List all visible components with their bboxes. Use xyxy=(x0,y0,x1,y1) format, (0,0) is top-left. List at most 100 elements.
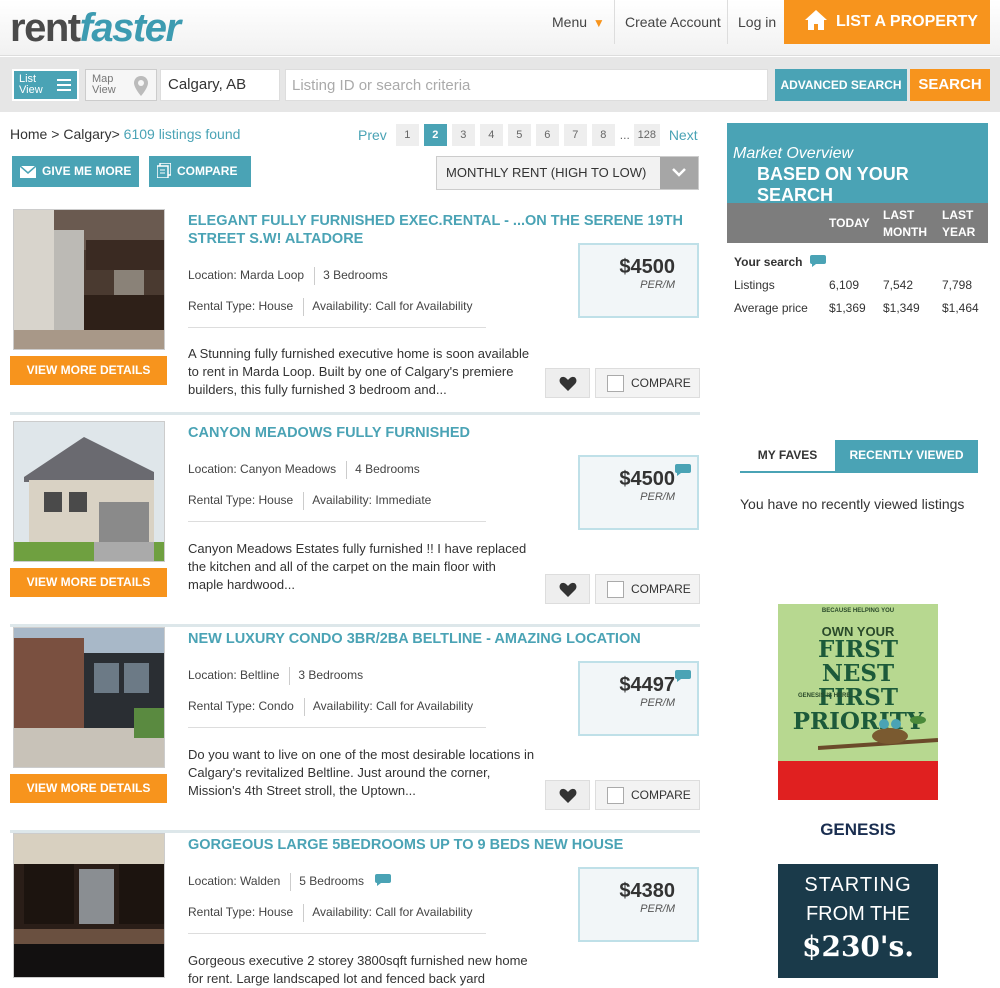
divider xyxy=(188,933,486,934)
pagination-ellipsis: ... xyxy=(619,128,630,142)
listing-meta-row: Rental Type: House Availability: Immediat… xyxy=(188,492,431,510)
tab-my-faves[interactable]: MY FAVES xyxy=(740,440,835,471)
price-period: PER/M xyxy=(640,491,675,503)
listing-description: Gorgeous executive 2 storey 3800sqft fur… xyxy=(188,953,528,986)
price-period: PER/M xyxy=(640,279,675,291)
ad-price: $230's. xyxy=(801,930,914,963)
prev-page-link[interactable]: Prev xyxy=(358,127,387,143)
compare-button[interactable]: COMPARE xyxy=(149,156,251,187)
page-link[interactable]: 8 xyxy=(591,124,615,146)
market-overview-title: Market Overview xyxy=(733,145,854,162)
give-me-more-label: GIVE ME MORE xyxy=(42,164,132,178)
compare-checkbox[interactable]: COMPARE xyxy=(595,780,700,810)
chat-bubble-icon xyxy=(675,670,691,682)
price-box: $4500 PER/M xyxy=(578,243,699,318)
list-view-toggle[interactable]: List View xyxy=(12,69,79,101)
ad-text: FROM THE xyxy=(805,903,911,925)
create-account-link[interactable]: Create Account xyxy=(614,0,731,44)
compare-checkbox[interactable]: COMPARE xyxy=(595,368,700,398)
page-link-last[interactable]: 128 xyxy=(633,124,660,146)
breadcrumb-home[interactable]: Home xyxy=(10,126,47,142)
listing-title[interactable]: CANYON MEADOWS FULLY FURNISHED xyxy=(188,424,688,442)
starting-price-ad[interactable]: STARTING FROM THE $230's. xyxy=(778,864,938,978)
map-view-toggle[interactable]: Map View xyxy=(85,69,157,101)
price-box: $4380 PER/M xyxy=(578,867,699,942)
listing-card: VIEW MORE DETAILS NEW LUXURY CONDO 3BR/2… xyxy=(10,627,700,833)
page-link[interactable]: 5 xyxy=(507,124,531,146)
page-link[interactable]: 1 xyxy=(395,124,419,146)
listing-location: Location: Beltline xyxy=(188,668,280,683)
favorite-button[interactable] xyxy=(545,780,590,810)
page-link[interactable]: 3 xyxy=(451,124,475,146)
ad-red-band xyxy=(778,761,938,800)
listing-photo[interactable] xyxy=(13,209,165,350)
market-overview-subtitle: BASED ON YOUR SEARCH xyxy=(757,164,909,205)
checkbox-icon xyxy=(607,581,624,598)
price-period: PER/M xyxy=(640,903,675,915)
menu-label: Menu xyxy=(552,14,588,30)
col-last-month-2: MONTH xyxy=(883,225,927,239)
chat-bubble-icon xyxy=(809,255,826,267)
col-last-year-2: YEAR xyxy=(942,225,976,239)
menu-dropdown[interactable]: Menu ▼ xyxy=(542,0,615,44)
view-more-details-button[interactable]: VIEW MORE DETAILS xyxy=(10,568,167,597)
tab-recently-viewed[interactable]: RECENTLY VIEWED xyxy=(835,440,978,471)
page-link[interactable]: 6 xyxy=(535,124,559,146)
heart-icon xyxy=(559,582,577,597)
genesis-ad-banner[interactable]: BECAUSE HELPING YOU OWN YOUR FIRST NEST F… xyxy=(778,604,938,800)
listing-title[interactable]: NEW LUXURY CONDO 3BR/2BA BELTLINE - AMAZ… xyxy=(188,630,688,648)
listing-meta-row: Location: Beltline 3 Bedrooms xyxy=(188,667,363,685)
rentfaster-logo[interactable]: rentfaster xyxy=(10,6,181,51)
divider xyxy=(188,521,486,522)
list-property-button[interactable]: LIST A PROPERTY xyxy=(784,0,990,44)
listing-availability: Availability: Immediate xyxy=(312,493,432,508)
kitchen-photo xyxy=(14,834,164,977)
city-selector[interactable]: Calgary, AB xyxy=(160,69,280,101)
listing-location: Location: Marda Loop xyxy=(188,268,305,283)
page-link[interactable]: 4 xyxy=(479,124,503,146)
checkbox-icon xyxy=(607,375,624,392)
listing-title[interactable]: GORGEOUS LARGE 5BEDROOMS UP TO 9 BEDS NE… xyxy=(188,836,688,854)
chat-bubble-icon xyxy=(375,874,392,887)
listing-description: Do you want to live on one of the most d… xyxy=(188,747,535,798)
listing-rental-type: Rental Type: House xyxy=(188,493,294,508)
list-icon xyxy=(57,79,71,94)
compare-label: COMPARE xyxy=(177,164,238,178)
listing-bedrooms: 3 Bedrooms xyxy=(323,268,388,283)
search-input[interactable] xyxy=(285,69,768,101)
breadcrumb-separator: > xyxy=(111,126,120,142)
genesis-logo[interactable]: GENESIS xyxy=(778,820,938,840)
favorite-button[interactable] xyxy=(545,368,590,398)
house-photo xyxy=(14,422,164,561)
recently-viewed-empty-message: You have no recently viewed listings xyxy=(740,496,965,512)
favorite-button[interactable] xyxy=(545,574,590,604)
heart-icon xyxy=(559,788,577,803)
map-pin-icon xyxy=(134,76,148,96)
listing-photo[interactable] xyxy=(13,627,165,768)
document-icon xyxy=(156,162,172,179)
breadcrumb-city[interactable]: Calgary xyxy=(63,126,111,142)
sort-select[interactable]: MONTHLY RENT (HIGH TO LOW) xyxy=(436,156,699,190)
login-link[interactable]: Log in xyxy=(727,0,786,44)
listing-meta-row: Rental Type: Condo Availability: Call for… xyxy=(188,698,473,716)
listing-photo[interactable] xyxy=(13,421,165,562)
kitchen-photo xyxy=(14,210,164,349)
give-me-more-button[interactable]: GIVE ME MORE xyxy=(12,156,139,187)
listing-meta-row: Rental Type: House Availability: Call for… xyxy=(188,904,472,922)
logo-text-rent: rent xyxy=(10,6,81,50)
logo-text-faster: faster xyxy=(79,6,181,50)
page-link-active[interactable]: 2 xyxy=(423,124,447,146)
breadcrumb-separator: > xyxy=(51,126,60,142)
listing-photo[interactable] xyxy=(13,833,165,978)
ad-text: STARTING xyxy=(804,874,912,896)
listing-description: A Stunning fully furnished executive hom… xyxy=(188,346,530,397)
next-page-link[interactable]: Next xyxy=(669,127,698,143)
advanced-search-button[interactable]: ADVANCED SEARCH xyxy=(775,69,907,101)
listing-bedrooms: 5 Bedrooms xyxy=(299,874,364,889)
view-more-details-button[interactable]: VIEW MORE DETAILS xyxy=(10,774,167,803)
page-link[interactable]: 7 xyxy=(563,124,587,146)
compare-checkbox[interactable]: COMPARE xyxy=(595,574,700,604)
search-button[interactable]: SEARCH xyxy=(910,69,990,101)
pagination: Prev 1 2 3 4 5 6 7 8 ... 128 Next xyxy=(358,123,698,147)
view-more-details-button[interactable]: VIEW MORE DETAILS xyxy=(10,356,167,385)
